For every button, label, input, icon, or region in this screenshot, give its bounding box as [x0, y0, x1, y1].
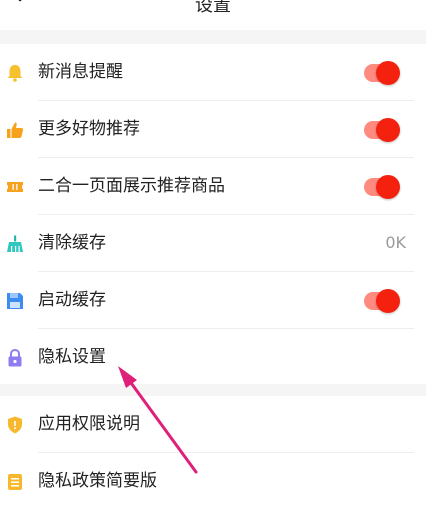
setting-row-launch-cache: 启动缓存 [0, 272, 426, 329]
legal-row-permissions[interactable]: 应用权限说明 [0, 396, 426, 453]
page-title: 设置 [195, 0, 231, 16]
lock-icon [8, 349, 22, 367]
setting-label: 隐私设置 [38, 347, 106, 367]
two-in-one-toggle[interactable] [364, 174, 400, 200]
setting-label: 新消息提醒 [38, 62, 123, 82]
new-message-toggle[interactable] [364, 60, 400, 86]
more-recommend-toggle[interactable] [364, 117, 400, 143]
setting-row-privacy[interactable]: 隐私设置 [0, 329, 426, 386]
legal-label: 应用权限说明 [38, 414, 140, 434]
settings-group: 新消息提醒 更多好物推荐 二合一页面展示推荐商品 清除缓存 0K 启动缓存 隐私… [0, 44, 426, 384]
legal-group: 应用权限说明 隐私政策简要版 [0, 396, 426, 532]
setting-label: 启动缓存 [38, 290, 106, 310]
setting-label: 更多好物推荐 [38, 119, 140, 139]
cache-size: 0K [385, 233, 406, 252]
thumbs-up-icon [7, 122, 24, 138]
broom-icon [7, 235, 23, 252]
shield-icon [8, 416, 22, 434]
legal-label: 隐私政策简要版 [38, 471, 157, 491]
setting-row-clear-cache[interactable]: 清除缓存 0K [0, 215, 426, 272]
setting-row-two-in-one: 二合一页面展示推荐商品 [0, 158, 426, 215]
document-icon [8, 474, 22, 490]
title-bar: 设置 [0, 0, 426, 30]
setting-row-more-recommend: 更多好物推荐 [0, 101, 426, 158]
setting-label: 二合一页面展示推荐商品 [38, 176, 225, 196]
legal-row-privacy-policy[interactable]: 隐私政策简要版 [0, 453, 426, 510]
setting-row-new-message: 新消息提醒 [0, 44, 426, 101]
save-icon [7, 293, 23, 309]
setting-label: 清除缓存 [38, 233, 106, 253]
bell-icon [7, 65, 23, 82]
launch-cache-toggle[interactable] [364, 288, 400, 314]
ticket-icon [7, 182, 23, 192]
